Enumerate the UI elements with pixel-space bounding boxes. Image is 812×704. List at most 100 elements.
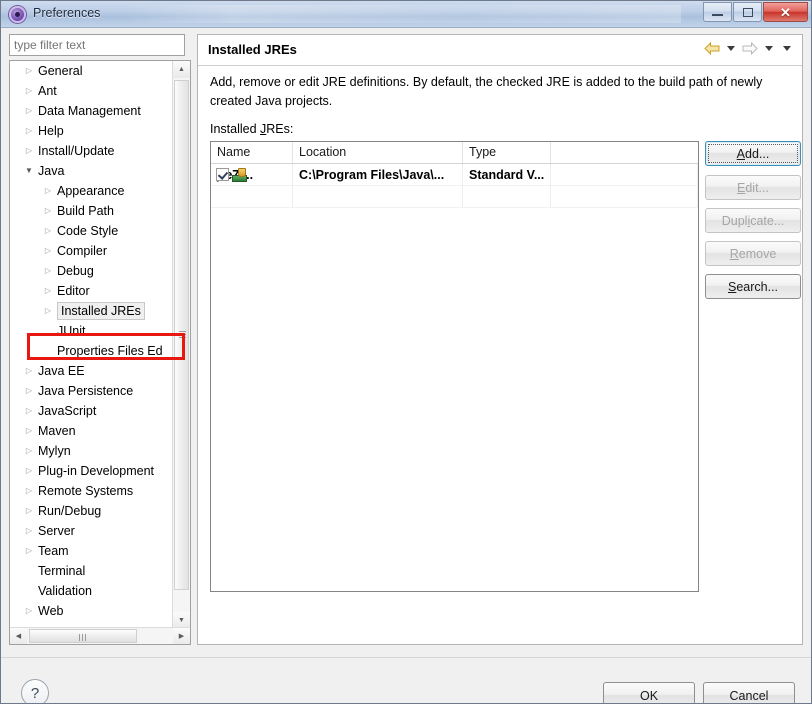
close-icon: ✕ bbox=[780, 4, 791, 20]
chevron-right-icon[interactable]: ▷ bbox=[42, 181, 54, 201]
sidebar-item-label: Validation bbox=[38, 584, 92, 598]
sidebar-item-debug[interactable]: ▷ Debug bbox=[10, 261, 172, 281]
chevron-right-icon[interactable]: ▷ bbox=[42, 221, 54, 241]
edit-button[interactable]: Edit... bbox=[705, 175, 801, 200]
chevron-right-icon[interactable]: ▷ bbox=[23, 141, 35, 161]
sidebar-item-code-style[interactable]: ▷ Code Style bbox=[10, 221, 172, 241]
minimize-button[interactable] bbox=[703, 2, 732, 22]
tree-vertical-scrollbar[interactable]: ▲ ▼ bbox=[172, 61, 190, 629]
chevron-right-icon[interactable]: ▷ bbox=[23, 601, 35, 621]
sidebar-item-java[interactable]: ▼ Java bbox=[10, 161, 172, 181]
chevron-right-icon[interactable]: ▷ bbox=[23, 521, 35, 541]
duplicate-button[interactable]: Duplicate... bbox=[705, 208, 801, 233]
dialog-body: ▷General▷Ant▷Data Management▷Help▷Instal… bbox=[1, 28, 811, 703]
chevron-right-icon[interactable]: ▷ bbox=[23, 481, 35, 501]
forward-arrow-icon[interactable] bbox=[742, 41, 758, 56]
sidebar-item-installed-jres[interactable]: ▷ Installed JREs bbox=[10, 301, 172, 321]
back-arrow-icon[interactable] bbox=[704, 41, 720, 56]
sidebar-item-terminal[interactable]: Terminal bbox=[10, 561, 172, 581]
sidebar-item-remote-systems[interactable]: ▷ Remote Systems bbox=[10, 481, 172, 501]
chevron-right-icon[interactable]: ▷ bbox=[23, 61, 35, 81]
close-button[interactable]: ✕ bbox=[763, 2, 808, 22]
chevron-right-icon[interactable]: ▷ bbox=[23, 541, 35, 561]
cell-type: Standard V... bbox=[463, 164, 551, 186]
chevron-right-icon[interactable]: ▷ bbox=[23, 361, 35, 381]
column-header-type[interactable]: Type bbox=[463, 142, 551, 163]
installed-jres-table[interactable]: Name Location Type jre7 ... C:\Program F… bbox=[210, 141, 699, 592]
ok-button[interactable]: OK bbox=[603, 682, 695, 703]
chevron-right-icon[interactable]: ▷ bbox=[23, 441, 35, 461]
view-menu-icon[interactable] bbox=[783, 46, 791, 51]
table-header-row: Name Location Type bbox=[211, 142, 698, 164]
sidebar-item-server[interactable]: ▷ Server bbox=[10, 521, 172, 541]
table-row[interactable]: jre7 ... C:\Program Files\Java\... Stand… bbox=[211, 164, 698, 186]
chevron-right-icon[interactable]: ▷ bbox=[23, 121, 35, 141]
vertical-scroll-thumb[interactable] bbox=[174, 80, 189, 590]
row-checkbox[interactable] bbox=[216, 168, 229, 181]
minimize-icon bbox=[704, 3, 731, 21]
chevron-right-icon[interactable]: ▷ bbox=[23, 381, 35, 401]
search-button[interactable]: Search... bbox=[705, 274, 801, 299]
chevron-right-icon[interactable]: ▷ bbox=[23, 421, 35, 441]
sidebar-item-data-management[interactable]: ▷ Data Management bbox=[10, 101, 172, 121]
column-header-location[interactable]: Location bbox=[293, 142, 463, 163]
maximize-button[interactable] bbox=[733, 2, 762, 22]
sidebar-item-appearance[interactable]: ▷ Appearance bbox=[10, 181, 172, 201]
scroll-left-icon[interactable]: ◀ bbox=[10, 628, 27, 644]
sidebar-item-label: Maven bbox=[38, 424, 76, 438]
sidebar-item-label: Java EE bbox=[38, 364, 85, 378]
sidebar-item-build-path[interactable]: ▷ Build Path bbox=[10, 201, 172, 221]
chevron-right-icon[interactable]: ▷ bbox=[23, 401, 35, 421]
sidebar-item-maven[interactable]: ▷ Maven bbox=[10, 421, 172, 441]
sidebar-item-compiler[interactable]: ▷ Compiler bbox=[10, 241, 172, 261]
chevron-right-icon[interactable]: ▷ bbox=[42, 201, 54, 221]
sidebar-item-team[interactable]: ▷ Team bbox=[10, 541, 172, 561]
sidebar-item-install-update[interactable]: ▷ Install/Update bbox=[10, 141, 172, 161]
sidebar-item-java-ee[interactable]: ▷ Java EE bbox=[10, 361, 172, 381]
column-header-name[interactable]: Name bbox=[211, 142, 293, 163]
remove-button[interactable]: Remove bbox=[705, 241, 801, 266]
jre-icon bbox=[232, 168, 247, 182]
sidebar-item-label: Compiler bbox=[57, 244, 108, 258]
sidebar-item-ant[interactable]: ▷ Ant bbox=[10, 81, 172, 101]
sidebar-item-java-persistence[interactable]: ▷ Java Persistence bbox=[10, 381, 172, 401]
sidebar-item-run-debug[interactable]: ▷ Run/Debug bbox=[10, 501, 172, 521]
horizontal-scroll-thumb[interactable] bbox=[29, 629, 137, 643]
footer-separator bbox=[1, 657, 811, 658]
sidebar-item-junit[interactable]: JUnit bbox=[10, 321, 172, 341]
filter-input[interactable] bbox=[9, 34, 185, 56]
navigation-controls bbox=[704, 41, 794, 56]
chevron-down-icon[interactable]: ▼ bbox=[23, 161, 35, 181]
chevron-right-icon[interactable]: ▷ bbox=[42, 261, 54, 281]
sidebar-item-label: JUnit bbox=[57, 324, 86, 338]
sidebar-item-editor[interactable]: ▷ Editor bbox=[10, 281, 172, 301]
page-title: Installed JREs bbox=[208, 42, 297, 57]
scroll-right-icon[interactable]: ▶ bbox=[173, 628, 190, 644]
chevron-right-icon[interactable]: ▷ bbox=[23, 501, 35, 521]
help-button[interactable]: ? bbox=[21, 679, 49, 703]
preferences-content-panel: Installed JREs Add, remove or edit JRE d… bbox=[197, 34, 803, 645]
back-dropdown-icon[interactable] bbox=[727, 46, 735, 51]
sidebar-item-plug-in-development[interactable]: ▷ Plug-in Development bbox=[10, 461, 172, 481]
cancel-button[interactable]: Cancel bbox=[703, 682, 795, 703]
sidebar-item-web[interactable]: ▷ Web bbox=[10, 601, 172, 621]
sidebar-item-validation[interactable]: Validation bbox=[10, 581, 172, 601]
chevron-right-icon[interactable]: ▷ bbox=[42, 281, 54, 301]
tree-horizontal-scrollbar[interactable]: ◀ ▶ bbox=[10, 627, 190, 644]
sidebar-item-label: General bbox=[38, 64, 83, 78]
scroll-up-icon[interactable]: ▲ bbox=[173, 61, 190, 78]
chevron-right-icon[interactable]: ▷ bbox=[42, 241, 54, 261]
chevron-right-icon[interactable]: ▷ bbox=[23, 81, 35, 101]
sidebar-item-label: Remote Systems bbox=[38, 484, 134, 498]
preferences-tree: ▷ General ▷ Ant ▷ Data Management ▷ Help ▷ Instal… bbox=[9, 60, 191, 645]
chevron-right-icon[interactable]: ▷ bbox=[42, 301, 54, 321]
chevron-right-icon[interactable]: ▷ bbox=[23, 101, 35, 121]
sidebar-item-mylyn[interactable]: ▷ Mylyn bbox=[10, 441, 172, 461]
forward-dropdown-icon[interactable] bbox=[765, 46, 773, 51]
sidebar-item-general[interactable]: ▷ General bbox=[10, 61, 172, 81]
chevron-right-icon[interactable]: ▷ bbox=[23, 461, 35, 481]
sidebar-item-javascript[interactable]: ▷ JavaScript bbox=[10, 401, 172, 421]
sidebar-item-properties-files-ed[interactable]: Properties Files Ed bbox=[10, 341, 172, 361]
sidebar-item-help[interactable]: ▷ Help bbox=[10, 121, 172, 141]
add-button[interactable]: Add... bbox=[705, 141, 801, 166]
